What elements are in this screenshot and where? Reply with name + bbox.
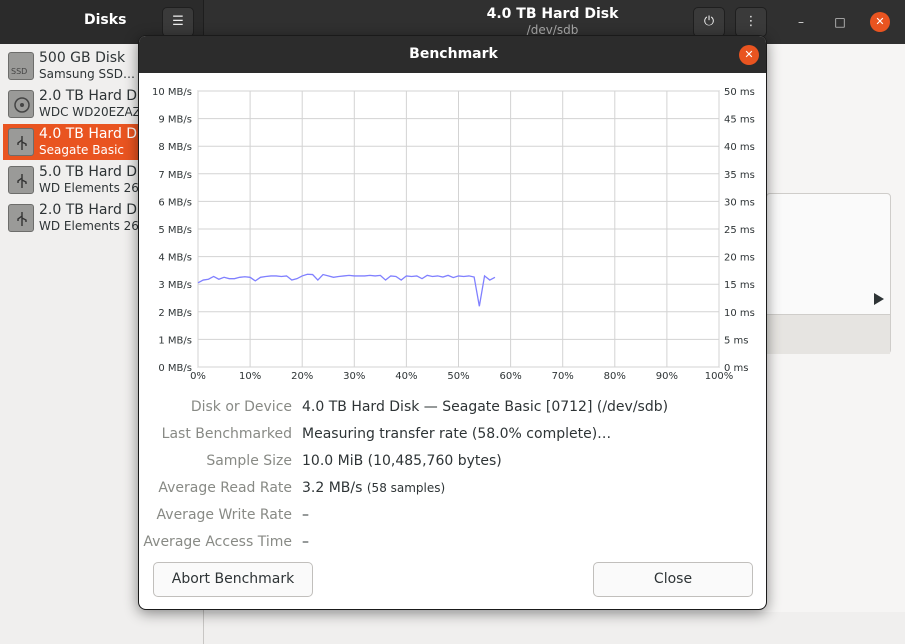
write-rate-label: Average Write Rate	[156, 507, 292, 523]
x-tick-label: 10%	[239, 371, 261, 382]
sample-size-label: Sample Size	[206, 453, 292, 469]
y-left-tick-label: 0 MB/s	[158, 363, 192, 374]
y-left-tick-label: 9 MB/s	[158, 115, 192, 126]
y-right-tick-label: 20 ms	[724, 253, 755, 264]
drive-name: 500 GB Disk	[39, 50, 126, 66]
y-left-tick-label: 1 MB/s	[158, 335, 192, 346]
dialog-header: Benchmark ✕	[139, 36, 766, 73]
drive-model: Seagate Basic	[39, 143, 124, 157]
y-left-tick-label: 10 MB/s	[152, 87, 192, 98]
close-button[interactable]: Close	[593, 562, 753, 597]
last-benchmarked-label: Last Benchmarked	[161, 426, 292, 442]
sample-size-row: Sample Size 10.0 MiB (10,485,760 bytes)	[139, 453, 766, 473]
device-value: 4.0 TB Hard Disk — Seagate Basic [0712] …	[302, 399, 669, 415]
minimize-icon: –	[798, 15, 804, 29]
device-row: Disk or Device 4.0 TB Hard Disk — Seagat…	[139, 399, 766, 419]
drive-model: WD Elements 262	[39, 219, 147, 233]
volumes-panel	[766, 193, 891, 354]
play-icon[interactable]	[874, 293, 884, 305]
read-rate-label: Average Read Rate	[158, 480, 292, 496]
drive-model: Samsung SSD… E	[39, 67, 147, 81]
window-close-button[interactable]: ✕	[870, 12, 890, 32]
write-rate-value: –	[302, 507, 309, 523]
minimize-button[interactable]: –	[792, 13, 810, 31]
y-right-tick-label: 5 ms	[724, 335, 749, 346]
access-time-row: Average Access Time –	[139, 534, 766, 554]
disk-title-block: 4.0 TB Hard Disk /dev/sdb	[420, 6, 685, 37]
write-rate-row: Average Write Rate –	[139, 507, 766, 527]
usb-drive-icon	[8, 166, 34, 194]
vertical-dots-icon: ⋮	[744, 14, 758, 29]
usb-drive-icon	[8, 204, 34, 232]
sample-size-value: 10.0 MiB (10,485,760 bytes)	[302, 453, 502, 469]
power-off-button[interactable]: ⏻	[693, 7, 725, 37]
x-tick-label: 20%	[291, 371, 313, 382]
x-tick-label: 90%	[656, 371, 678, 382]
x-tick-label: 60%	[499, 371, 521, 382]
x-tick-label: 50%	[447, 371, 469, 382]
benchmark-dialog: Benchmark ✕ 0% 10% 20% 30% 40% 50% 60% 70% 80% 90…	[138, 35, 767, 610]
y-left-tick-label: 3 MB/s	[158, 280, 192, 291]
y-left-tick-label: 5 MB/s	[158, 225, 192, 236]
y-left-tick-label: 2 MB/s	[158, 308, 192, 319]
dialog-title: Benchmark	[409, 46, 498, 62]
y-right-tick-label: 25 ms	[724, 225, 755, 236]
drive-model: WDC WD20EZAZ-0	[39, 105, 153, 119]
ssd-icon: SSD	[8, 52, 34, 80]
y-right-tick-label: 0 ms	[724, 363, 749, 374]
last-benchmarked-value: Measuring transfer rate (58.0% complete)…	[302, 426, 612, 442]
y-right-tick-label: 50 ms	[724, 87, 755, 98]
y-right-tick-label: 40 ms	[724, 142, 755, 153]
power-icon: ⏻	[703, 14, 715, 29]
dialog-close-button[interactable]: ✕	[739, 45, 759, 65]
hamburger-menu-icon: ☰	[172, 14, 184, 29]
close-icon: ✕	[744, 48, 754, 61]
drive-model: WD Elements 262	[39, 181, 147, 195]
read-rate-value-wrap: 3.2 MB/s (58 samples)	[302, 480, 445, 496]
read-rate-row: Average Read Rate 3.2 MB/s (58 samples)	[139, 480, 766, 500]
y-left-tick-label: 8 MB/s	[158, 142, 192, 153]
y-right-tick-label: 10 ms	[724, 308, 755, 319]
access-time-value: –	[302, 534, 309, 550]
x-tick-label: 70%	[552, 371, 574, 382]
read-rate-value: 3.2 MB/s	[302, 480, 363, 496]
y-right-tick-label: 30 ms	[724, 197, 755, 208]
maximize-icon: □	[834, 15, 846, 29]
close-icon: ✕	[875, 15, 885, 28]
drive-menu-button[interactable]: ⋮	[735, 7, 767, 37]
y-right-tick-label: 45 ms	[724, 115, 755, 126]
hamburger-menu-button[interactable]: ☰	[162, 7, 194, 37]
volume-toolbar	[767, 314, 890, 354]
maximize-button[interactable]: □	[831, 13, 849, 31]
usb-drive-icon	[8, 128, 34, 156]
ssd-icon-label: SSD	[11, 67, 28, 76]
hard-disk-icon	[8, 90, 34, 118]
y-left-tick-label: 4 MB/s	[158, 253, 192, 264]
y-right-tick-label: 15 ms	[724, 280, 755, 291]
x-tick-label: 80%	[604, 371, 626, 382]
y-right-tick-label: 35 ms	[724, 170, 755, 181]
benchmark-chart: 0% 10% 20% 30% 40% 50% 60% 70% 80% 90% 100% 0 MB/s 1…	[139, 73, 766, 388]
access-time-label: Average Access Time	[143, 534, 292, 550]
y-left-tick-label: 6 MB/s	[158, 197, 192, 208]
benchmark-chart-svg: 0% 10% 20% 30% 40% 50% 60% 70% 80% 90% 100%0 MB/s1…	[152, 87, 755, 382]
x-tick-label: 0%	[190, 371, 206, 382]
disk-title: 4.0 TB Hard Disk	[486, 6, 619, 22]
abort-benchmark-button[interactable]: Abort Benchmark	[153, 562, 313, 597]
main-bottom-area	[204, 612, 905, 644]
x-tick-label: 30%	[343, 371, 365, 382]
read-samples: (58 samples)	[366, 481, 446, 495]
last-benchmarked-row: Last Benchmarked Measuring transfer rate…	[139, 426, 766, 446]
device-label: Disk or Device	[190, 399, 292, 415]
x-tick-label: 40%	[395, 371, 417, 382]
y-left-tick-label: 7 MB/s	[158, 170, 192, 181]
